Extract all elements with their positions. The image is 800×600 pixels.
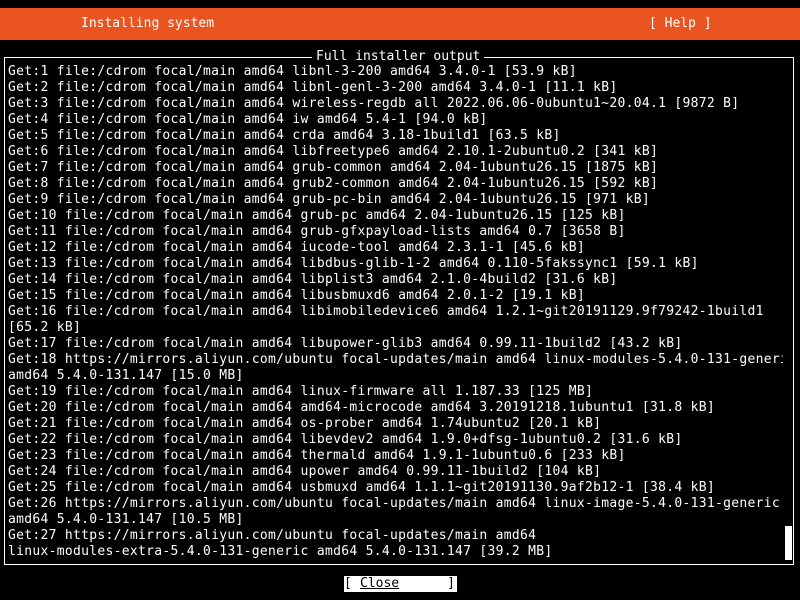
log-line: amd64 5.4.0-131.147 [10.5 MB] <box>8 512 244 527</box>
log-line: Get:15 file:/cdrom focal/main amd64 libu… <box>8 288 585 303</box>
log-line: amd64 5.4.0-131.147 [15.0 MB] <box>8 368 244 383</box>
log-line: Get:21 file:/cdrom focal/main amd64 os-p… <box>8 416 602 431</box>
close-bracket-right: ] <box>447 576 455 591</box>
log-line: Get:22 file:/cdrom focal/main amd64 libe… <box>8 432 683 447</box>
log-line: Get:26 https://mirrors.aliyun.com/ubuntu… <box>8 496 781 511</box>
log-line: Get:13 file:/cdrom focal/main amd64 libd… <box>8 256 699 271</box>
log-line: Get:27 https://mirrors.aliyun.com/ubuntu… <box>8 528 537 543</box>
log-line: [65.2 kB] <box>8 320 82 335</box>
log-line: Get:23 file:/cdrom focal/main amd64 ther… <box>8 448 626 463</box>
log-line: linux-modules-extra-5.4.0-131-generic am… <box>8 544 553 559</box>
log-line: Get:9 file:/cdrom focal/main amd64 grub-… <box>8 192 651 207</box>
log-line: Get:11 file:/cdrom focal/main amd64 grub… <box>8 224 626 239</box>
log-line: Get:16 file:/cdrom focal/main amd64 libi… <box>8 304 764 319</box>
panel-title: Full installer output <box>312 49 485 65</box>
log-line: Get:12 file:/cdrom focal/main amd64 iuco… <box>8 240 585 255</box>
header-title: Installing system <box>81 16 215 31</box>
scrollbar-thumb[interactable] <box>785 526 792 560</box>
header-bar: Installing system [ Help ] <box>0 8 800 40</box>
log-line: Get:3 file:/cdrom focal/main amd64 wirel… <box>8 96 740 111</box>
log-line: Get:25 file:/cdrom focal/main amd64 usbm… <box>8 480 716 495</box>
close-button-label: Close <box>360 576 400 591</box>
log-line: Get:19 file:/cdrom focal/main amd64 linu… <box>8 384 594 399</box>
log-line: Get:4 file:/cdrom focal/main amd64 iw am… <box>8 112 488 127</box>
close-bracket-left: [ <box>344 576 352 591</box>
log-line: Get:10 file:/cdrom focal/main amd64 grub… <box>8 208 626 223</box>
help-button[interactable]: [ Help ] <box>649 16 712 32</box>
log-line: Get:17 file:/cdrom focal/main amd64 libu… <box>8 336 683 351</box>
log-line: Get:1 file:/cdrom focal/main amd64 libnl… <box>8 64 577 79</box>
log-line: Get:8 file:/cdrom focal/main amd64 grub2… <box>8 176 659 191</box>
log-line: Get:6 file:/cdrom focal/main amd64 libfr… <box>8 144 659 159</box>
close-button[interactable]: [ Close ] <box>344 576 457 592</box>
log-line: Get:5 file:/cdrom focal/main amd64 crda … <box>8 128 561 143</box>
log-line: Get:2 file:/cdrom focal/main amd64 libnl… <box>8 80 618 95</box>
log-line: Get:24 file:/cdrom focal/main amd64 upow… <box>8 464 602 479</box>
log-line: Get:20 file:/cdrom focal/main amd64 amd6… <box>8 400 716 415</box>
log-line: Get:14 file:/cdrom focal/main amd64 libp… <box>8 272 618 287</box>
installer-log: Get:1 file:/cdrom focal/main amd64 libnl… <box>8 64 783 560</box>
log-line: Get:7 file:/cdrom focal/main amd64 grub-… <box>8 160 659 175</box>
log-line: Get:18 https://mirrors.aliyun.com/ubuntu… <box>8 352 783 367</box>
installer-screen: Installing system [ Help ] Full installe… <box>0 0 800 600</box>
